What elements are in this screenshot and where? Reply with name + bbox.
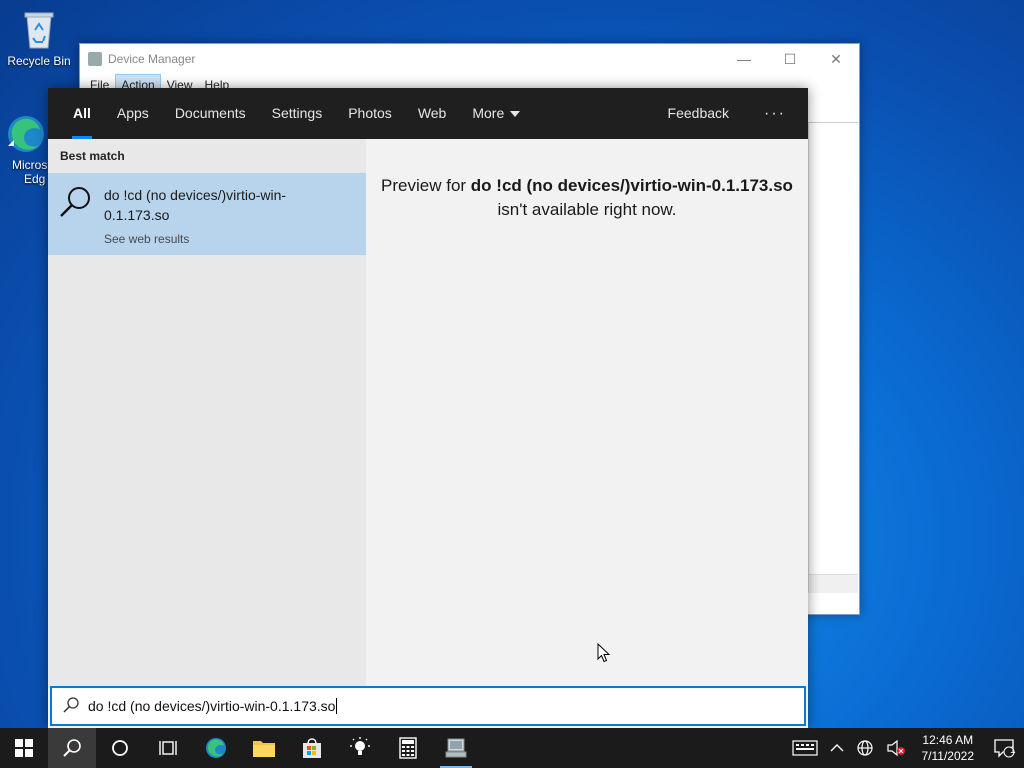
tab-all[interactable]: All [60, 88, 104, 139]
task-view-button[interactable] [144, 728, 192, 768]
edge-icon [4, 112, 48, 156]
network-button[interactable] [850, 739, 880, 757]
taskbar-device-manager-button[interactable] [432, 728, 480, 768]
recycle-bin-label: Recycle Bin [7, 54, 71, 68]
tab-settings[interactable]: Settings [259, 88, 336, 139]
taskbar-file-explorer-button[interactable] [240, 728, 288, 768]
text-cursor [336, 698, 338, 714]
cortana-circle-icon [112, 740, 128, 756]
minimize-button[interactable]: — [721, 51, 767, 68]
best-match-heading: Best match [60, 149, 125, 163]
cortana-button[interactable] [96, 728, 144, 768]
tab-apps[interactable]: Apps [104, 88, 162, 139]
results-pane: Best match do !cd (no devices/)virtio-wi… [48, 139, 366, 688]
device-manager-titlebar[interactable]: Device Manager — ☐ ✕ [80, 44, 859, 74]
calculator-icon [399, 737, 417, 759]
device-manager-statusbar [809, 574, 858, 593]
search-input[interactable]: do !cd (no devices/)virtio-win-0.1.173.s… [88, 698, 335, 714]
taskbar-search-button[interactable] [48, 728, 96, 768]
input-indicator-button[interactable] [786, 740, 824, 756]
system-tray: 12:46 AM 7/11/2022 1 [786, 728, 1024, 768]
close-button[interactable]: ✕ [813, 51, 859, 68]
clock-time: 12:46 AM [922, 733, 974, 747]
recycle-bin-desktop-icon[interactable]: Recycle Bin [4, 8, 74, 68]
lightbulb-icon [350, 737, 370, 755]
tab-web[interactable]: Web [405, 88, 460, 139]
taskbar-edge-button[interactable] [192, 728, 240, 768]
chevron-down-icon [510, 111, 521, 118]
search-tab-bar: All Apps Documents Settings Photos Web M… [48, 88, 808, 139]
best-match-result[interactable]: do !cd (no devices/)virtio-win- 0.1.173.… [48, 173, 366, 255]
clock[interactable]: 12:46 AM 7/11/2022 [912, 732, 985, 764]
preview-pane: Preview for do !cd (no devices/)virtio-w… [366, 139, 808, 688]
edge-label-line2: Edg [24, 172, 46, 186]
windows-logo-icon [15, 739, 33, 757]
tab-more-label: More [472, 105, 505, 121]
volume-button[interactable] [880, 739, 912, 757]
keyboard-icon [791, 740, 818, 756]
edge-label-line1: Micros [12, 158, 48, 172]
device-manager-icon [445, 738, 467, 758]
task-view-icon [159, 741, 177, 755]
device-manager-title: Device Manager [108, 52, 196, 66]
result-title-line2: 0.1.173.so [104, 207, 170, 223]
tab-more[interactable]: More [459, 88, 533, 139]
show-hidden-icons-button[interactable] [824, 743, 850, 753]
clock-date: 7/11/2022 [921, 749, 975, 763]
taskbar-calculator-button[interactable] [384, 728, 432, 768]
taskbar-tips-button[interactable] [336, 728, 384, 768]
preview-suffix: isn't available right now. [497, 200, 677, 219]
store-bag-icon [303, 738, 321, 758]
result-subtitle: See web results [104, 232, 190, 246]
tab-documents[interactable]: Documents [162, 88, 259, 139]
taskbar-store-button[interactable] [288, 728, 336, 768]
result-title-line1: do !cd (no devices/)virtio-win- [104, 187, 287, 203]
search-icon [63, 739, 81, 757]
start-button[interactable] [0, 728, 48, 768]
device-manager-content [808, 122, 858, 593]
edge-desktop-icon[interactable]: Micros Edg [0, 112, 52, 186]
recycle-bin-icon [17, 8, 61, 52]
maximize-button[interactable]: ☐ [767, 51, 813, 68]
tab-photos[interactable]: Photos [335, 88, 405, 139]
preview-prefix: Preview for [381, 176, 471, 195]
mouse-pointer-icon [597, 642, 611, 668]
more-options-button[interactable]: ··· [742, 105, 808, 123]
feedback-button[interactable]: Feedback [655, 88, 742, 139]
volume-muted-icon [886, 739, 905, 757]
search-box-icon [62, 696, 80, 717]
chevron-up-icon [830, 744, 843, 752]
search-box[interactable]: do !cd (no devices/)virtio-win-0.1.173.s… [50, 686, 806, 726]
notification-count: 1 [1010, 745, 1016, 756]
preview-query: do !cd (no devices/)virtio-win-0.1.173.s… [470, 176, 793, 195]
search-flyout: All Apps Documents Settings Photos Web M… [48, 88, 808, 728]
taskbar: 12:46 AM 7/11/2022 1 [0, 728, 1024, 768]
search-icon [48, 173, 104, 255]
action-center-button[interactable]: 1 [984, 728, 1024, 768]
globe-icon [856, 740, 873, 756]
folder-icon [253, 741, 275, 757]
device-manager-app-icon [88, 52, 102, 66]
edge-icon [206, 738, 226, 758]
